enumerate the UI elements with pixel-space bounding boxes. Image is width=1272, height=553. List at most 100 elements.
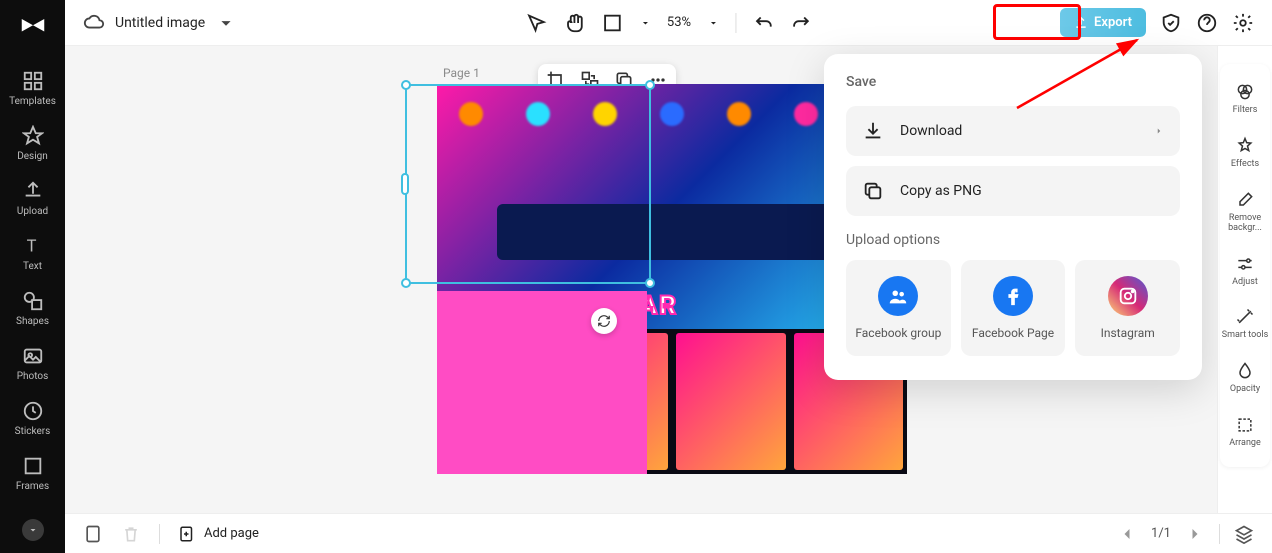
rail-label: Design — [17, 151, 48, 162]
download-row[interactable]: Download — [846, 106, 1180, 156]
templates-icon — [22, 70, 44, 92]
pages-icon[interactable] — [83, 524, 103, 544]
save-heading: Save — [846, 74, 1180, 90]
rail-label: Text — [23, 261, 42, 272]
cloud-icon[interactable] — [83, 12, 105, 34]
chevron-down-icon[interactable] — [215, 12, 237, 34]
upload-instagram[interactable]: Instagram — [1075, 260, 1180, 356]
arrange-icon — [1235, 415, 1255, 435]
upload-facebook-group[interactable]: Facebook group — [846, 260, 951, 356]
photos-icon — [22, 345, 44, 367]
stickers-icon — [22, 400, 44, 422]
rail-stickers[interactable]: Stickers — [0, 394, 65, 443]
export-button[interactable]: Export — [1060, 8, 1146, 37]
rr-label: Arrange — [1229, 439, 1261, 449]
remove-bg-tool[interactable]: Remove backgr... — [1220, 180, 1270, 244]
arrange-tool[interactable]: Arrange — [1220, 405, 1270, 459]
export-label: Export — [1094, 15, 1132, 30]
copy-png-label: Copy as PNG — [900, 183, 1164, 199]
separator — [735, 13, 736, 33]
shield-icon[interactable] — [1160, 12, 1182, 34]
add-page-button[interactable]: Add page — [178, 525, 259, 543]
instagram-icon — [1108, 276, 1148, 316]
rail-templates[interactable]: Templates — [0, 64, 65, 113]
filters-icon — [1235, 82, 1255, 102]
upload-facebook-page[interactable]: Facebook Page — [961, 260, 1066, 356]
upload-label: Facebook group — [855, 326, 941, 342]
doc-area: Untitled image — [83, 12, 237, 34]
separator — [159, 524, 160, 544]
page-count: 1/1 — [1151, 526, 1171, 541]
rail-shapes[interactable]: Shapes — [0, 284, 65, 333]
top-right-tools: Export — [1060, 8, 1254, 37]
rail-frames[interactable]: Frames — [0, 449, 65, 498]
rail-label: Upload — [17, 206, 48, 217]
smart-tools[interactable]: Smart tools — [1220, 297, 1270, 351]
prev-page[interactable] — [1117, 524, 1137, 544]
trash-icon[interactable] — [121, 524, 141, 544]
undo-button[interactable] — [752, 12, 774, 34]
export-popover: Save Download Copy as PNG Upload options… — [824, 54, 1202, 380]
rr-label: Adjust — [1232, 278, 1258, 288]
top-center-tools: 53% — [525, 12, 812, 34]
bottom-toolbar: Add page 1/1 — [65, 513, 1272, 553]
top-toolbar: Untitled image 53% Export — [65, 0, 1272, 46]
zoom-value[interactable]: 53% — [667, 15, 691, 30]
add-page-label: Add page — [204, 526, 259, 541]
rail-more[interactable] — [22, 519, 44, 541]
rr-label: Smart tools — [1222, 331, 1269, 341]
design-icon — [22, 125, 44, 147]
rr-label: Effects — [1231, 160, 1259, 170]
cursor-tool[interactable] — [525, 12, 547, 34]
rail-label: Photos — [17, 371, 49, 382]
rail-design[interactable]: Design — [0, 119, 65, 168]
copy-png-icon — [862, 180, 884, 202]
help-icon[interactable] — [1196, 12, 1218, 34]
effects-tool[interactable]: Effects — [1220, 126, 1270, 180]
text-icon: T — [22, 235, 44, 257]
settings-icon[interactable] — [1232, 12, 1254, 34]
upload-label: Facebook Page — [972, 326, 1054, 342]
app-logo[interactable] — [18, 14, 48, 38]
rail-photos[interactable]: Photos — [0, 339, 65, 388]
right-sidebar: Filters Effects Remove backgr... Adjust … — [1217, 46, 1272, 513]
facebook-group-icon — [878, 276, 918, 316]
upload-icon — [22, 180, 44, 202]
upload-grid: Facebook group Facebook Page Instagram — [846, 260, 1180, 356]
facebook-icon — [993, 276, 1033, 316]
rail-text[interactable]: T Text — [0, 229, 65, 278]
rail-label: Stickers — [15, 426, 51, 437]
effects-icon — [1235, 136, 1255, 156]
rail-upload[interactable]: Upload — [0, 174, 65, 223]
chevron-down-icon[interactable] — [707, 12, 719, 34]
rail-label: Templates — [9, 96, 56, 107]
chevron-down-icon[interactable] — [639, 12, 651, 34]
rr-label: Opacity — [1230, 385, 1260, 395]
download-label: Download — [900, 123, 1138, 139]
rail-label: Shapes — [16, 316, 49, 327]
upload-label: Instagram — [1101, 326, 1155, 342]
hand-tool[interactable] — [563, 12, 585, 34]
next-page[interactable] — [1185, 524, 1205, 544]
rr-label: Remove backgr... — [1220, 214, 1270, 234]
opacity-tool[interactable]: Opacity — [1220, 351, 1270, 405]
opacity-icon — [1235, 361, 1255, 381]
refresh-badge[interactable] — [591, 308, 617, 334]
separator — [1219, 524, 1220, 544]
layers-icon[interactable] — [1234, 524, 1254, 544]
download-icon — [862, 120, 884, 142]
frame-tool[interactable] — [601, 12, 623, 34]
redo-button[interactable] — [790, 12, 812, 34]
adjust-icon — [1235, 254, 1255, 274]
shapes-icon — [22, 290, 44, 312]
svg-text:T: T — [26, 238, 36, 257]
upload-heading: Upload options — [846, 232, 1180, 248]
wand-icon — [1235, 307, 1255, 327]
chevron-right-icon — [1154, 124, 1164, 138]
copy-png-row[interactable]: Copy as PNG — [846, 166, 1180, 216]
adjust-tool[interactable]: Adjust — [1220, 244, 1270, 298]
page-label: Page 1 — [443, 66, 480, 80]
doc-title[interactable]: Untitled image — [115, 15, 205, 31]
rail-label: Frames — [16, 481, 49, 492]
filters-tool[interactable]: Filters — [1220, 72, 1270, 126]
